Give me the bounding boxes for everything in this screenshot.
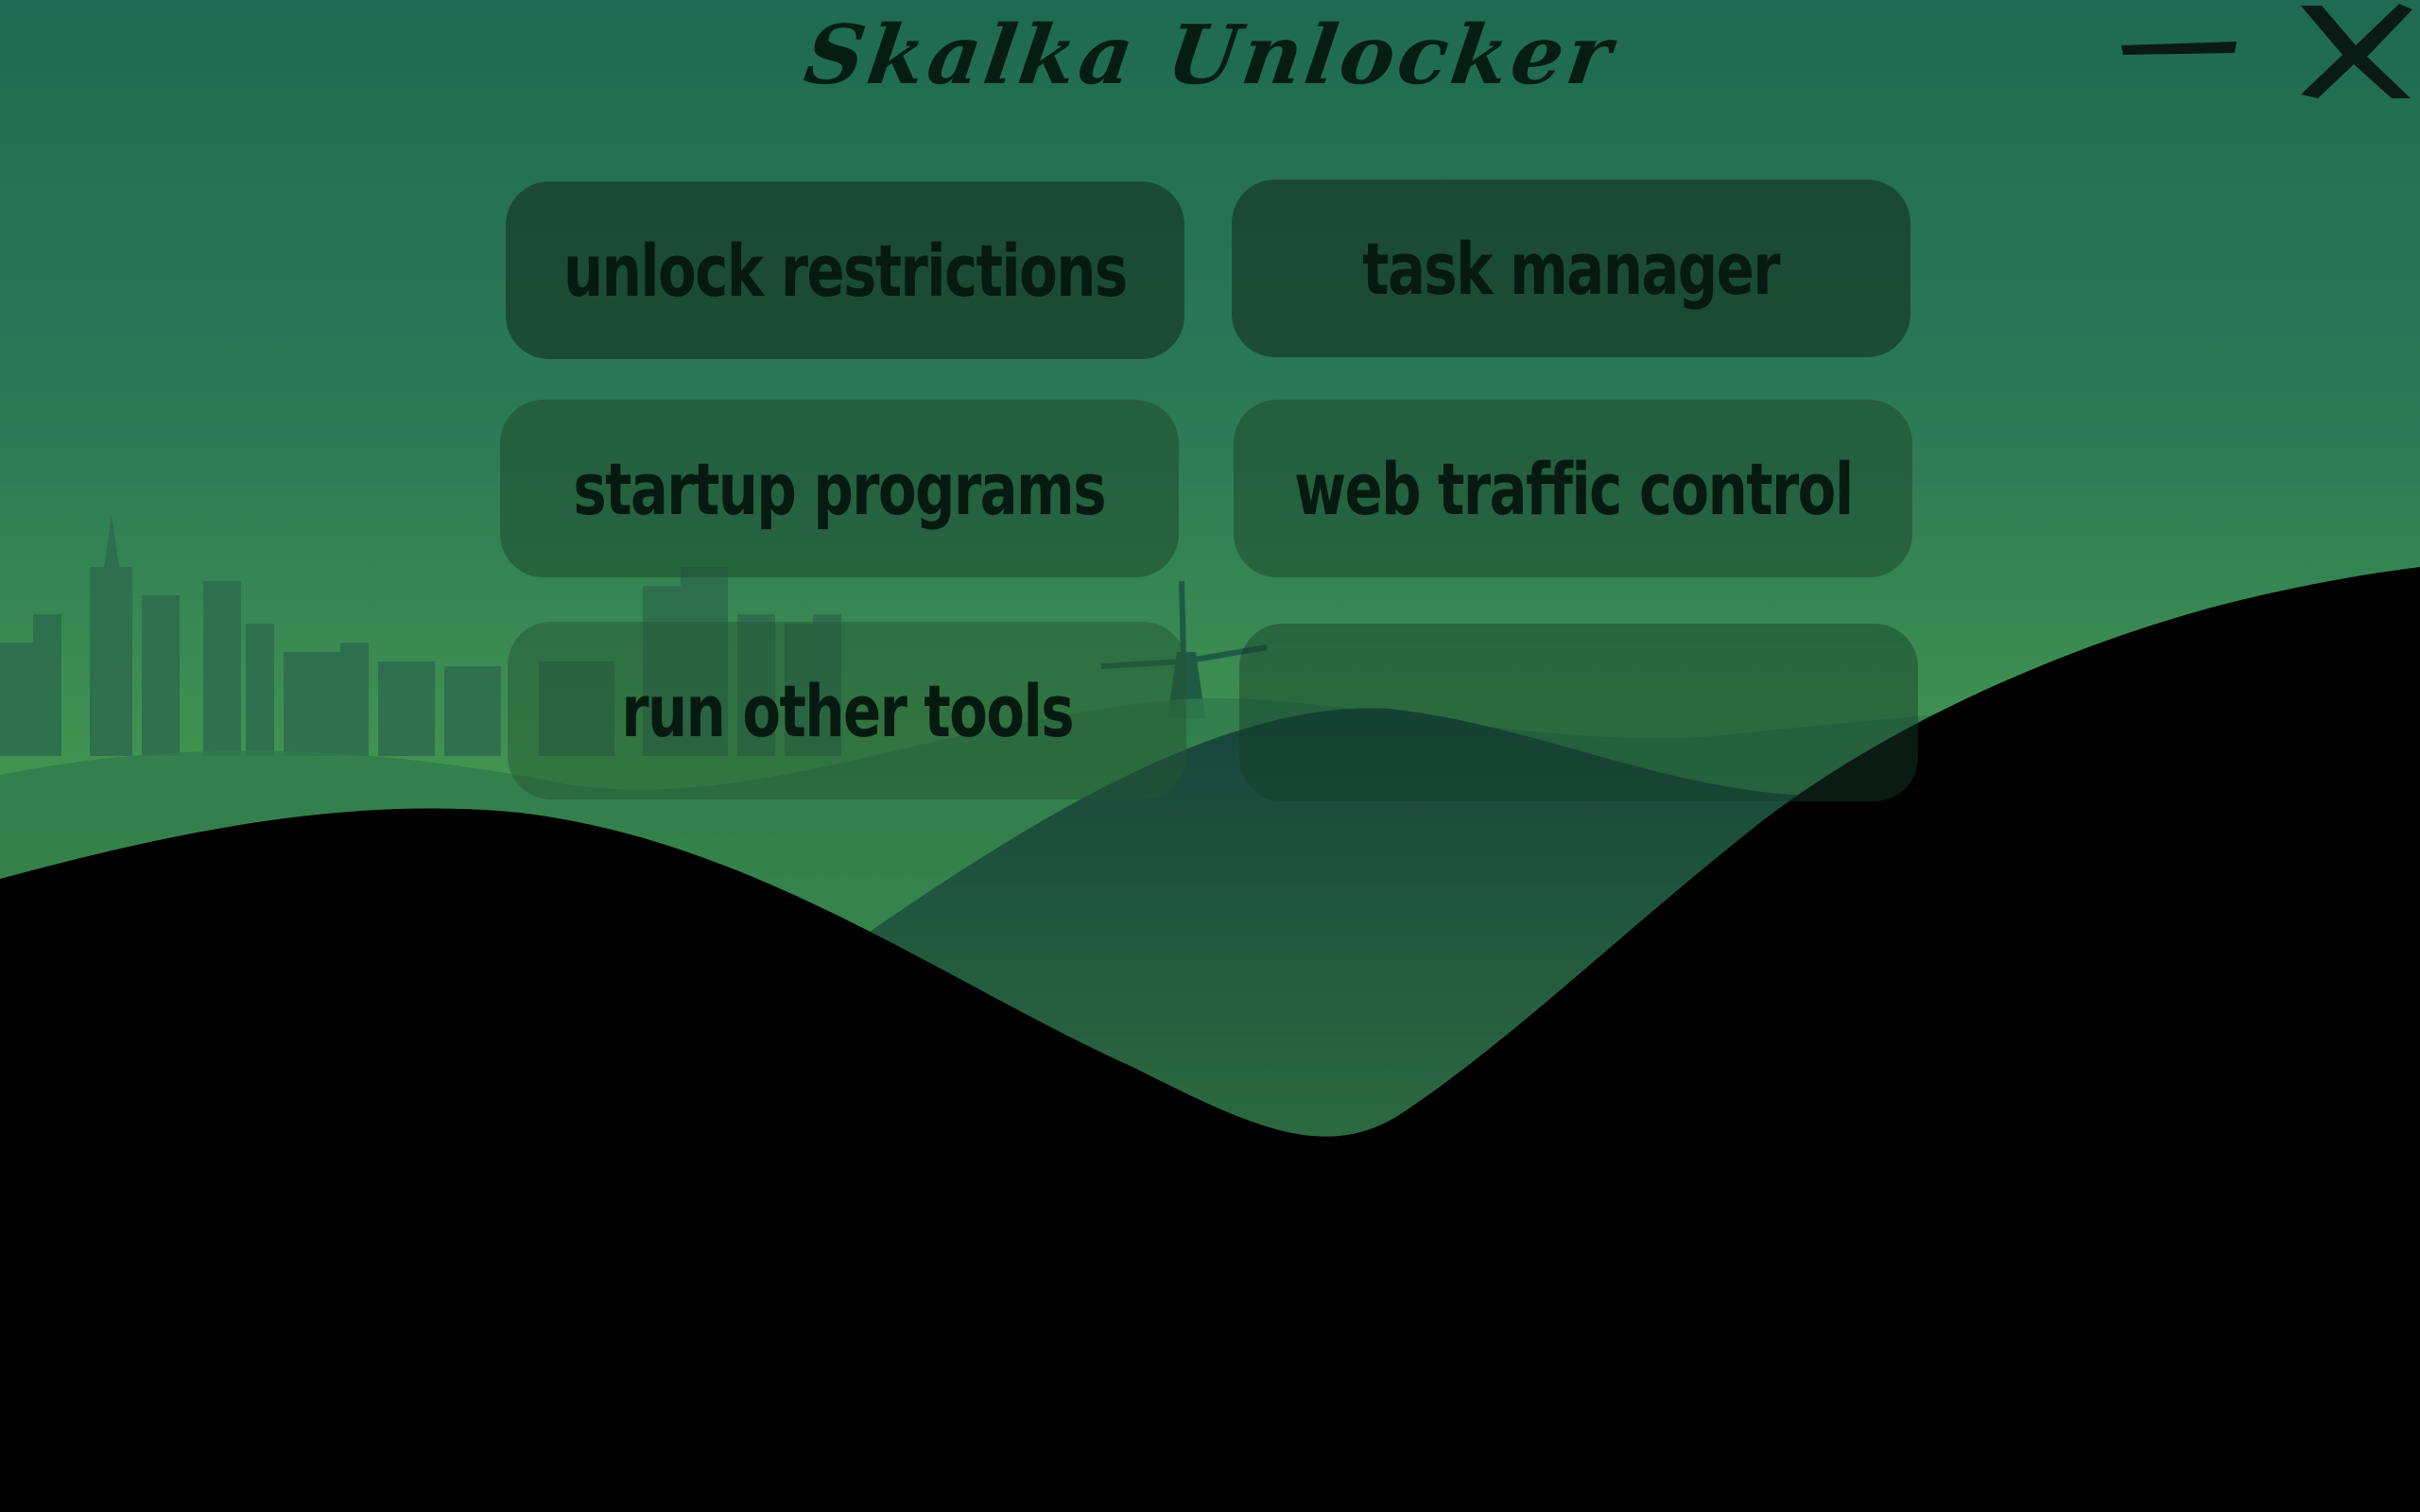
button-label: run other tools bbox=[621, 668, 1074, 753]
minimize-icon bbox=[2121, 42, 2237, 55]
button-label: startup programs bbox=[573, 446, 1107, 531]
startup-programs-button[interactable]: startup programs bbox=[500, 400, 1179, 577]
close-button[interactable] bbox=[2288, 0, 2420, 104]
button-label: task manager bbox=[1362, 226, 1781, 311]
app-title: Skalka Unlocker bbox=[799, 8, 1621, 103]
empty-button[interactable] bbox=[1239, 624, 1918, 801]
button-label: unlock restrictions bbox=[563, 228, 1128, 313]
web-traffic-control-button[interactable]: web traffic control bbox=[1234, 400, 1912, 577]
task-manager-button[interactable]: task manager bbox=[1232, 180, 1910, 357]
app-window: Skalka Unlocker unlock restrictions task… bbox=[0, 0, 2420, 1512]
unlock-restrictions-button[interactable]: unlock restrictions bbox=[506, 181, 1184, 359]
run-other-tools-button[interactable]: run other tools bbox=[508, 622, 1186, 799]
button-label: web traffic control bbox=[1293, 446, 1854, 531]
minimize-button[interactable] bbox=[2118, 34, 2240, 62]
close-icon bbox=[2301, 4, 2412, 98]
landscape-background bbox=[0, 0, 2420, 1512]
